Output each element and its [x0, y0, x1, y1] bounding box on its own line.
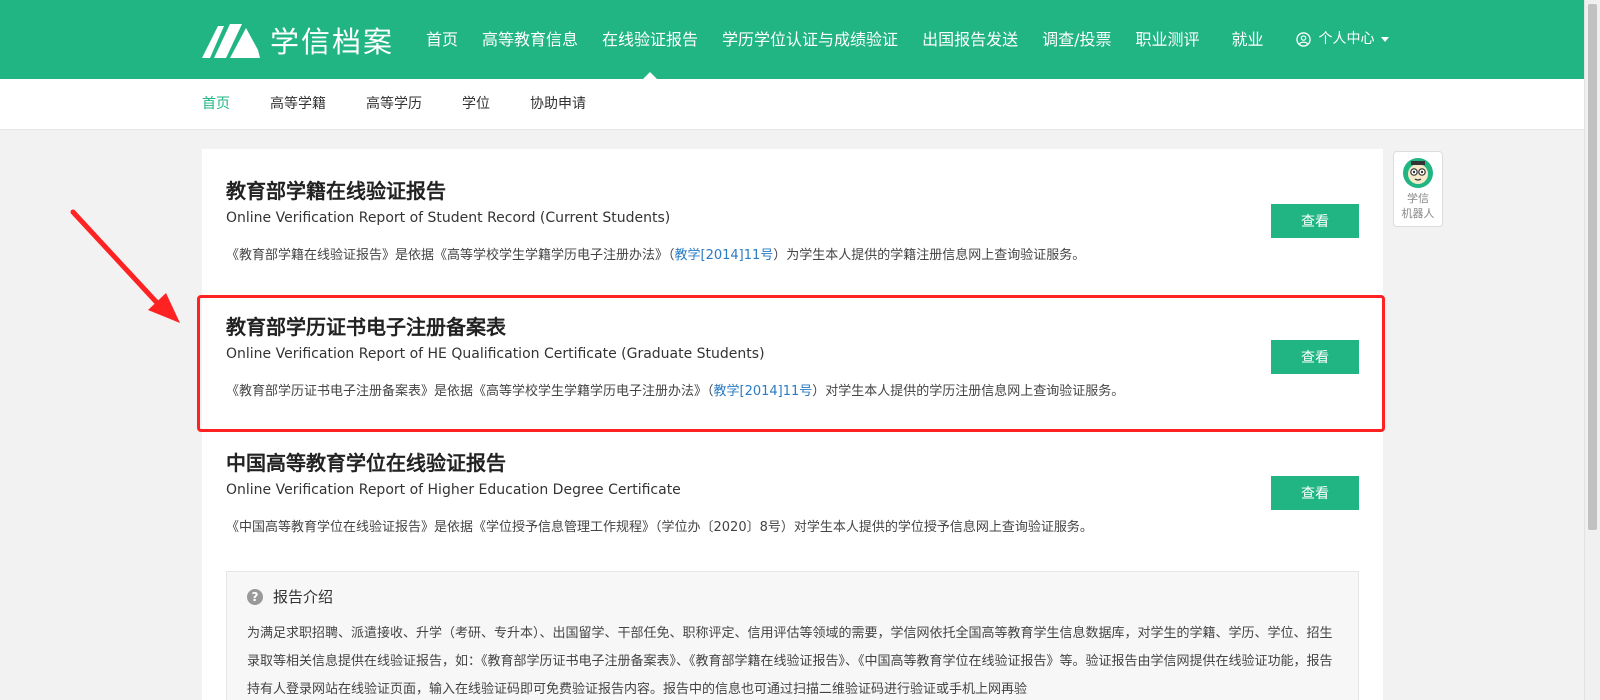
- robot-avatar-icon: [1403, 158, 1433, 188]
- logo-text: 学信档案: [270, 25, 395, 59]
- report-item-student-record: 教育部学籍在线验证报告 Online Verification Report o…: [202, 149, 1383, 284]
- intro-header: ? 报告介绍: [247, 586, 333, 607]
- question-icon: ?: [247, 588, 263, 605]
- nav-user-center[interactable]: 个人中心: [1284, 0, 1401, 79]
- subnav-assist-apply[interactable]: 协助申请: [530, 79, 586, 130]
- user-circle-icon: [1295, 32, 1311, 47]
- report-description: 《教育部学籍在线验证报告》是依据《高等学校学生学籍学历电子注册办法》（教学[20…: [226, 244, 1085, 263]
- report-desc-text: 《教育部学历证书电子注册备案表》是依据《高等学校学生学籍学历电子注册办法》（: [226, 384, 714, 399]
- nav-higher-education-info[interactable]: 高等教育信息: [470, 0, 590, 79]
- report-desc-text: 《教育部学籍在线验证报告》是依据《高等学校学生学籍学历电子注册办法》（: [226, 248, 675, 263]
- view-button-degree[interactable]: 查看: [1271, 476, 1359, 510]
- regulation-link[interactable]: 教学[2014]11号: [714, 384, 813, 399]
- report-subtitle: Online Verification Report of Student Re…: [226, 210, 671, 226]
- sub-nav: 首页 高等学籍 高等学历 学位 协助申请: [0, 79, 1584, 130]
- nav-career-assessment[interactable]: 职业测评: [1123, 0, 1211, 79]
- nav-employment[interactable]: 就业: [1220, 0, 1276, 79]
- logo-book-icon: [202, 24, 260, 58]
- nav-degree-certification[interactable]: 学历学位认证与成绩验证: [710, 0, 910, 79]
- robot-label-line1: 学信: [1407, 192, 1429, 205]
- subnav-degree[interactable]: 学位: [462, 79, 490, 130]
- report-title: 中国高等教育学位在线验证报告: [226, 451, 506, 475]
- report-title: 教育部学历证书电子注册备案表: [226, 315, 506, 339]
- top-header: 学信档案 首页 高等教育信息 在线验证报告 学历学位认证与成绩验证 出国报告发送…: [0, 0, 1584, 79]
- site-logo[interactable]: 学信档案: [200, 20, 394, 60]
- nav-home[interactable]: 首页: [414, 0, 470, 79]
- subnav-qualification[interactable]: 高等学历: [366, 79, 422, 130]
- nav-overseas-report[interactable]: 出国报告发送: [910, 0, 1030, 79]
- report-desc-text: ）对学生本人提供的学历注册信息网上查询验证服务。: [812, 384, 1125, 399]
- report-desc-text: ）为学生本人提供的学籍注册信息网上查询验证服务。: [773, 248, 1086, 263]
- regulation-link[interactable]: 教学[2014]11号: [675, 248, 774, 263]
- report-description: 《教育部学历证书电子注册备案表》是依据《高等学校学生学籍学历电子注册办法》（教学…: [226, 380, 1124, 399]
- chevron-down-icon: [1380, 37, 1389, 42]
- scrollbar-thumb[interactable]: [1588, 4, 1597, 530]
- intro-body: 为满足求职招聘、派遣接收、升学（考研、专升本）、出国留学、干部任免、职称评定、信…: [247, 626, 1333, 697]
- subnav-student-record[interactable]: 高等学籍: [270, 79, 326, 130]
- intro-title: 报告介绍: [273, 588, 334, 606]
- nav-online-verification-report[interactable]: 在线验证报告: [590, 0, 710, 79]
- report-list-card: 教育部学籍在线验证报告 Online Verification Report o…: [202, 149, 1383, 700]
- report-item-degree: 中国高等教育学位在线验证报告 Online Verification Repor…: [202, 421, 1383, 556]
- report-subtitle: Online Verification Report of Higher Edu…: [226, 482, 681, 498]
- xuexin-robot-widget[interactable]: 学信 机器人: [1393, 151, 1443, 227]
- main-nav: 首页 高等教育信息 在线验证报告 学历学位认证与成绩验证 出国报告发送 调查/投…: [414, 0, 1401, 79]
- view-button-student-record[interactable]: 查看: [1271, 204, 1359, 238]
- report-title: 教育部学籍在线验证报告: [226, 179, 446, 203]
- report-subtitle: Online Verification Report of HE Qualifi…: [226, 346, 765, 362]
- view-button-qualification[interactable]: 查看: [1271, 340, 1359, 374]
- report-description: 《中国高等教育学位在线验证报告》是依据《学位授予信息管理工作规程》（学位办〔20…: [226, 520, 1093, 535]
- report-intro-box: ? 报告介绍 为满足求职招聘、派遣接收、升学（考研、专升本）、出国留学、干部任免…: [226, 571, 1359, 700]
- user-center-label: 个人中心: [1318, 31, 1375, 47]
- subnav-home[interactable]: 首页: [202, 79, 230, 130]
- nav-survey-vote[interactable]: 调查/投票: [1030, 0, 1123, 79]
- page-scrollbar[interactable]: [1584, 0, 1600, 700]
- report-item-qualification: 教育部学历证书电子注册备案表 Online Verification Repor…: [202, 285, 1383, 420]
- robot-label-line2: 机器人: [1401, 207, 1435, 220]
